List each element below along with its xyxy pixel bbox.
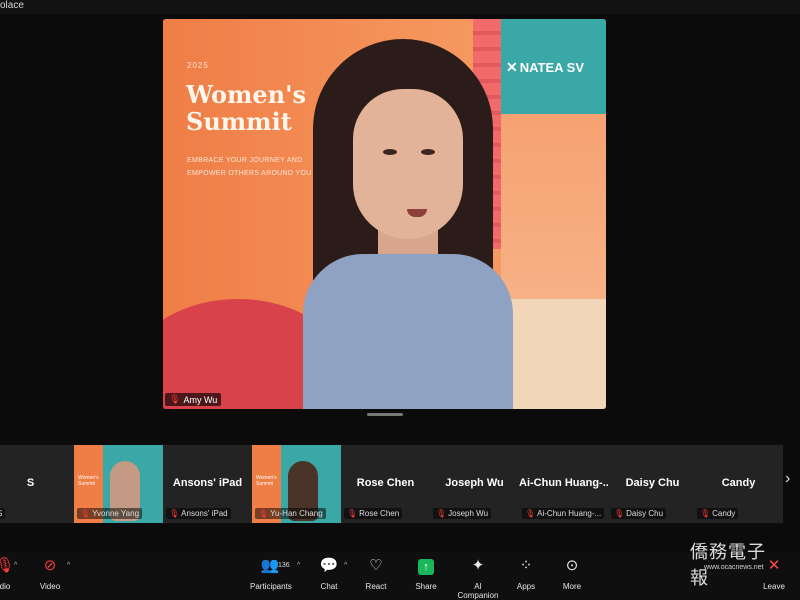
react-label: React [365, 582, 387, 591]
mic-muted-icon: 🎙 [700, 509, 711, 518]
chat-button[interactable]: 💬 Chat [318, 556, 340, 591]
participants-label: Participants [250, 582, 292, 591]
video-options-caret[interactable]: ^ [67, 562, 70, 569]
participant-label-text: Daisy Chu [626, 509, 664, 518]
more-icon: ⊙ [565, 557, 579, 574]
mic-muted-icon: 🎙 [169, 509, 180, 518]
apps-label: Apps [516, 582, 536, 591]
chat-label: Chat [320, 582, 338, 591]
slide-brand: ✕ NATEA SV [506, 59, 584, 76]
participant-tile[interactable]: Ai-Chun Huang-... 🎙 Ai-Chun Huang-... [519, 445, 608, 523]
participant-tile-name: Daisy Chu [625, 477, 680, 489]
mic-muted-icon: 🎙 [169, 394, 181, 404]
presenter-shirt [303, 254, 513, 409]
react-button[interactable]: ♡ React [364, 556, 388, 591]
participant-label-text: Candy [712, 509, 736, 518]
mic-muted-icon: 🎙 [347, 509, 358, 518]
participant-tile-label: 🎙 Daisy Chu [611, 508, 667, 519]
ai-companion-button[interactable]: ✦ AI Companion [455, 556, 501, 600]
participant-label-text: Ai-Chun Huang-... [537, 509, 602, 518]
chat-options-caret[interactable]: ^ [344, 562, 347, 569]
watermark-logo: 僑務電子報 www.ocacnews.net [690, 530, 782, 590]
participant-tile-label: 🎙 Ansons' iPad [166, 508, 231, 519]
participant-video-tile[interactable]: Women's Summit 🎙 Yvonne Yang [74, 445, 163, 523]
participant-tile-label: 🎙 Ai-Chun Huang-... [522, 508, 605, 519]
participant-tile[interactable]: Candy 🎙 Candy [694, 445, 783, 523]
presenter-eye-right [421, 149, 435, 155]
participant-tile-label: 🎙 Yvonne Yang [77, 508, 143, 519]
participant-label-text: Yvonne Yang [92, 509, 140, 518]
participants-options-caret[interactable]: ^ [297, 562, 300, 569]
mic-muted-icon: 🎙 [436, 509, 447, 518]
brand-text: NATEA SV [519, 60, 584, 75]
mic-muted-icon: 🎙 [525, 509, 536, 518]
natea-logo-icon: ✕ [505, 59, 518, 75]
watermark-url: www.ocacnews.net [704, 564, 764, 571]
participant-tile-label: 🎙 Candy [697, 508, 739, 519]
participant-label-text: S [0, 509, 2, 518]
mic-muted-icon: 🎙 [80, 509, 91, 518]
meeting-toolbar: 🎙 dio ^ ⊘ Video ^ 👥 136 Participants ^ 💬… [0, 552, 800, 600]
video-off-icon: ⊘ [43, 557, 57, 574]
ai-companion-label: AI Companion [457, 582, 499, 600]
mic-muted-icon: 🎙 [614, 509, 625, 518]
video-button[interactable]: ⊘ Video [38, 556, 62, 591]
resize-handle[interactable] [367, 413, 403, 416]
participant-label-text: Rose Chen [359, 509, 400, 518]
window-titlebar: olace [0, 0, 800, 14]
slide-year: 2025 [187, 61, 209, 70]
react-icon: ♡ [369, 557, 383, 574]
audio-options-caret[interactable]: ^ [14, 562, 17, 569]
participant-tile-name: Ai-Chun Huang-... [519, 477, 608, 489]
share-label: Share [415, 582, 437, 591]
participants-button[interactable]: 👥 136 Participants [250, 556, 292, 591]
participants-strip: S S Women'sSummit 🎙Yvonne Yang Ansons' i… [0, 445, 783, 523]
participant-tile-name: Candy [721, 477, 756, 489]
tile-slide-text: Women's Summit [78, 475, 99, 487]
participant-tile-name: Joseph Wu [445, 477, 504, 489]
chevron-right-icon[interactable]: › [785, 470, 790, 488]
main-participant-name-tag: 🎙 Amy Wu [165, 393, 222, 406]
main-video-tile[interactable]: 2025 Women's Summit EMBRACE YOUR JOURNEY… [163, 19, 606, 409]
tile-slide-text: Women's Summit [256, 475, 277, 487]
presenter-face [353, 89, 463, 239]
participant-tile[interactable]: Rose Chen 🎙 Rose Chen [341, 445, 430, 523]
participant-tile[interactable]: Joseph Wu 🎙 Joseph Wu [430, 445, 519, 523]
more-button[interactable]: ⊙ More [560, 556, 584, 591]
participant-tile-label: 🎙 Joseph Wu [433, 508, 492, 519]
participants-count: 136 [278, 562, 290, 569]
participant-tile-label: S [0, 508, 6, 519]
participant-label-text: Ansons' iPad [181, 509, 228, 518]
audio-label: dio [0, 582, 11, 591]
participant-label-text: Joseph Wu [448, 509, 489, 518]
chat-icon: 💬 [319, 557, 339, 574]
participant-tile[interactable]: Daisy Chu 🎙 Daisy Chu [608, 445, 697, 523]
window-title: olace [0, 0, 24, 11]
apps-icon: ⁘ [519, 557, 533, 574]
share-icon-wrap: ↑ [414, 556, 438, 576]
mic-muted-icon: 🎙 [258, 509, 269, 518]
participant-tile[interactable]: Ansons' iPad 🎙 Ansons' iPad [163, 445, 252, 523]
apps-button[interactable]: ⁘ Apps [514, 556, 538, 591]
ai-companion-icon: ✦ [471, 557, 485, 574]
main-participant-name: Amy Wu [183, 394, 218, 405]
participant-tile-name: S [26, 477, 35, 489]
participant-video-tile[interactable]: Women's Summit 🎙 Yu-Han Chang [252, 445, 341, 523]
share-button[interactable]: ↑ Share [414, 556, 438, 591]
participant-tile-label: 🎙 Rose Chen [344, 508, 403, 519]
video-label: Video [39, 582, 61, 591]
participant-label-text: Yu-Han Chang [270, 509, 323, 518]
presenter-eye-left [383, 149, 397, 155]
participant-tile-name: Ansons' iPad [172, 477, 243, 489]
more-label: More [562, 582, 582, 591]
share-icon: ↑ [418, 559, 434, 575]
participant-tile-label: 🎙 Yu-Han Chang [255, 508, 326, 519]
participant-tile-name: Rose Chen [356, 477, 415, 489]
